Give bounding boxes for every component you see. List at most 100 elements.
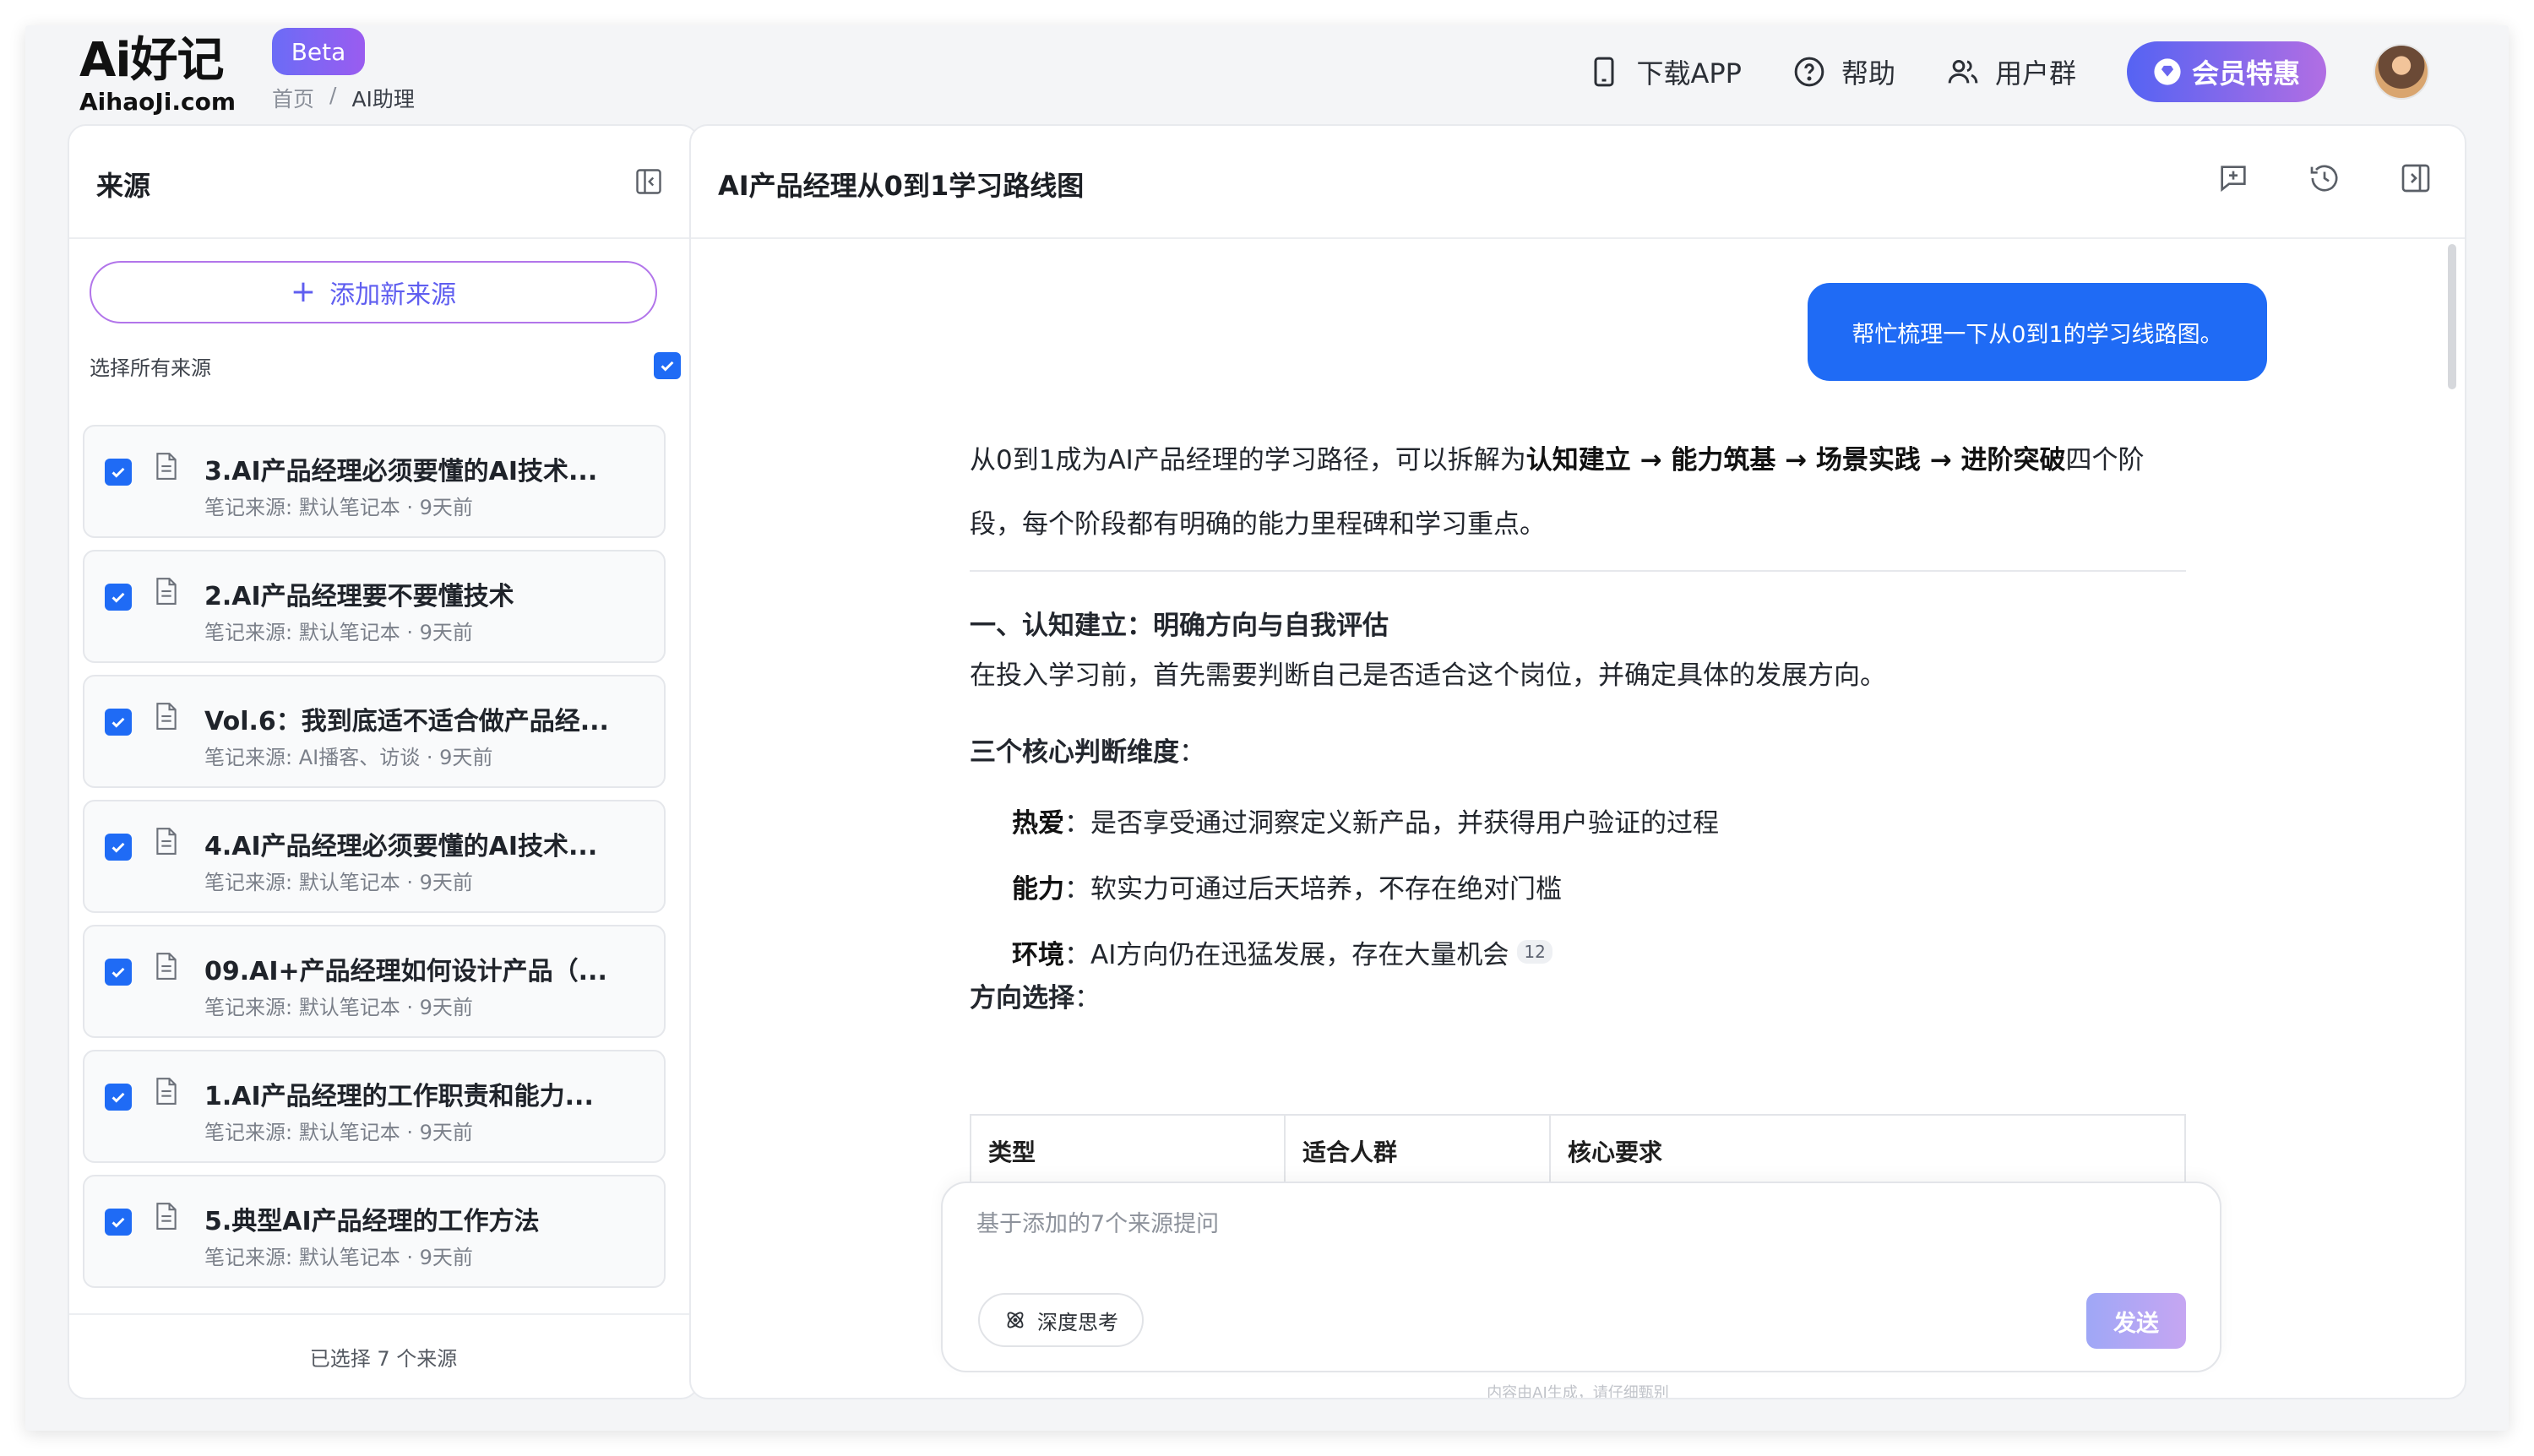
source-checkbox[interactable] <box>105 709 132 736</box>
deep-think-toggle[interactable]: 深度思考 <box>978 1293 1144 1347</box>
document-icon <box>156 703 177 730</box>
source-checkbox[interactable] <box>105 1209 132 1236</box>
source-card[interactable]: 4.AI产品经理必须要懂的AI技术... 笔记来源: 默认笔记本 · 9天前 <box>83 800 666 913</box>
source-title: 2.AI产品经理要不要懂技术 <box>204 582 514 611</box>
answer-intro-before: 从0到1成为AI产品经理的学习路径，可以拆解为 <box>970 445 1526 475</box>
sources-title: 来源 <box>96 170 151 202</box>
breadcrumb-home[interactable]: 首页 <box>272 83 314 113</box>
add-source-button[interactable]: + 添加新来源 <box>90 261 657 323</box>
user-group-label: 用户群 <box>1994 57 2076 90</box>
source-meta: 笔记来源: 默认笔记本 · 9天前 <box>204 621 473 644</box>
dimension-text: ：是否享受通过洞察定义新产品，并获得用户验证的过程 <box>1064 807 1719 839</box>
answer-intro-bold: 认知建立 → 能力筑基 → 场景实践 → 进阶突破 <box>1525 445 2066 475</box>
citation-badge[interactable]: 12 <box>1517 940 1552 964</box>
breadcrumb-separator: / <box>329 83 337 107</box>
dimensions-heading-text: 三个核心判断维度 <box>970 737 1179 768</box>
deep-think-label: 深度思考 <box>1037 1310 1118 1334</box>
users-icon <box>1948 60 1978 84</box>
help-link[interactable]: 帮助 <box>1792 52 1895 91</box>
sources-panel: 来源 + 添加新来源 选择所有来源 3.AI产品经理必须要懂的AI技术... 笔记… <box>68 124 699 1399</box>
logo-mark: Ai好记 <box>79 33 225 88</box>
logo-domain: AihaoJi.com <box>79 88 236 116</box>
sources-header: 来源 <box>69 126 698 239</box>
expand-panel-icon[interactable] <box>2399 161 2433 195</box>
chat-scrollbar[interactable] <box>2448 244 2456 389</box>
user-message: 帮忙梳理一下从0到1的学习线路图。 <box>1808 283 2267 381</box>
logo[interactable]: Ai好记 AihaoJi.com <box>79 34 282 127</box>
check-icon <box>111 717 125 728</box>
source-meta: 笔记来源: 默认笔记本 · 9天前 <box>204 1121 473 1144</box>
question-input[interactable]: 基于添加的7个来源提问 深度思考 发送 <box>941 1182 2221 1372</box>
answer-intro: 从0到1成为AI产品经理的学习路径，可以拆解为认知建立 → 能力筑基 → 场景实… <box>970 428 2186 557</box>
source-card[interactable]: 3.AI产品经理必须要懂的AI技术... 笔记来源: 默认笔记本 · 9天前 <box>83 425 666 538</box>
chat-header: AI产品经理从0到1学习路线图 <box>691 126 2465 239</box>
ai-answer: 从0到1成为AI产品经理的学习路径，可以拆解为认知建立 → 能力筑基 → 场景实… <box>970 428 2186 1014</box>
dimensions-heading: 三个核心判断维度： <box>970 731 2186 769</box>
send-button[interactable]: 发送 <box>2086 1293 2186 1349</box>
dimensions-list: 热爱 ：是否享受通过洞察定义新产品，并获得用户验证的过程 能力 ：软实力可通过后天培… <box>970 787 2186 985</box>
document-icon <box>156 578 177 605</box>
source-meta: 笔记来源: 默认笔记本 · 9天前 <box>204 1246 473 1269</box>
add-source-label: 添加新来源 <box>329 280 457 310</box>
chat-panel: AI产品经理从0到1学习路线图 帮忙梳理一下从0到1的学习线路图。 从0到1成为… <box>689 124 2466 1399</box>
source-checkbox[interactable] <box>105 1084 132 1111</box>
dimensions-heading-colon: ： <box>1179 737 1205 768</box>
divider <box>970 570 2186 572</box>
source-list: 3.AI产品经理必须要懂的AI技术... 笔记来源: 默认笔记本 · 9天前 2.A… <box>83 425 666 1300</box>
document-icon <box>156 1203 177 1230</box>
source-checkbox[interactable] <box>105 959 132 986</box>
source-card[interactable]: 09.AI+产品经理如何设计产品（... 笔记来源: 默认笔记本 · 9天前 <box>83 925 666 1038</box>
user-group-link[interactable]: 用户群 <box>1946 52 2076 91</box>
source-checkbox[interactable] <box>105 459 132 486</box>
selected-count: 已选择 7 个来源 <box>69 1313 698 1398</box>
breadcrumb-current: AI助理 <box>351 87 415 111</box>
table-header-type: 类型 <box>971 1116 1286 1190</box>
source-card[interactable]: 1.AI产品经理的工作职责和能力... 笔记来源: 默认笔记本 · 9天前 <box>83 1050 666 1163</box>
plus-icon: + <box>290 274 317 309</box>
history-icon[interactable] <box>2308 161 2341 195</box>
dimension-label: 能力 <box>1012 873 1064 905</box>
source-title: 09.AI+产品经理如何设计产品（... <box>204 957 607 986</box>
direction-heading: 方向选择： <box>970 976 2186 1014</box>
source-checkbox[interactable] <box>105 584 132 611</box>
select-all-checkbox[interactable] <box>654 352 681 379</box>
direction-heading-colon: ： <box>1074 983 1101 1013</box>
vip-offer-label: 会员特惠 <box>2191 57 2300 90</box>
table-header-requirements: 核心要求 <box>1551 1116 2184 1190</box>
help-label: 帮助 <box>1841 57 1895 90</box>
breadcrumb: 首页 / AI助理 <box>272 83 415 113</box>
download-app-link[interactable]: 下载APP <box>1587 52 1742 91</box>
check-icon <box>661 361 674 372</box>
document-icon <box>156 1078 177 1105</box>
app-window: Ai好记 AihaoJi.com Beta 首页 / AI助理 下载APP 帮助… <box>25 25 2509 1431</box>
select-all-row[interactable]: 选择所有来源 <box>90 347 681 384</box>
phone-icon <box>1594 57 1614 87</box>
source-title: 3.AI产品经理必须要懂的AI技术... <box>204 457 598 486</box>
user-avatar[interactable] <box>2374 44 2429 100</box>
chat-header-actions <box>2216 161 2433 195</box>
source-card[interactable]: Vol.6：我到底适不适合做产品经... 笔记来源: AI播客、访谈 · 9天前 <box>83 675 666 788</box>
dimension-item: 能力 ：软实力可通过后天培养，不存在绝对门槛 <box>1012 853 2186 919</box>
source-card[interactable]: 2.AI产品经理要不要懂技术笔记来源: 默认笔记本 · 9天前 <box>83 550 666 663</box>
question-placeholder: 基于添加的7个来源提问 <box>976 1211 1220 1237</box>
new-chat-icon[interactable] <box>2216 161 2250 195</box>
check-icon <box>111 1217 125 1228</box>
source-card[interactable]: 5.典型AI产品经理的工作方法笔记来源: 默认笔记本 · 9天前 <box>83 1175 666 1288</box>
vip-offer-button[interactable]: 会员特惠 <box>2127 41 2326 102</box>
source-title: 1.AI产品经理的工作职责和能力... <box>204 1082 594 1111</box>
select-all-label: 选择所有来源 <box>90 356 211 380</box>
source-checkbox[interactable] <box>105 834 132 861</box>
check-icon <box>111 842 125 853</box>
document-icon <box>156 453 177 480</box>
download-app-label: 下载APP <box>1636 57 1742 90</box>
dimension-item: 环境 ：AI方向仍在迅猛发展，存在大量机会 12 <box>1012 919 2186 985</box>
source-title: 4.AI产品经理必须要懂的AI技术... <box>204 832 598 861</box>
chat-title: AI产品经理从0到1学习路线图 <box>718 170 1085 202</box>
dimension-item: 热爱 ：是否享受通过洞察定义新产品，并获得用户验证的过程 <box>1012 787 2186 853</box>
source-meta: 笔记来源: 默认笔记本 · 9天前 <box>204 871 473 894</box>
source-title: 5.典型AI产品经理的工作方法 <box>204 1207 540 1236</box>
source-meta: 笔记来源: 默认笔记本 · 9天前 <box>204 496 473 519</box>
collapse-panel-icon[interactable] <box>634 166 664 197</box>
dimension-text: ：AI方向仍在迅猛发展，存在大量机会 <box>1064 939 1509 970</box>
check-icon <box>111 467 125 478</box>
